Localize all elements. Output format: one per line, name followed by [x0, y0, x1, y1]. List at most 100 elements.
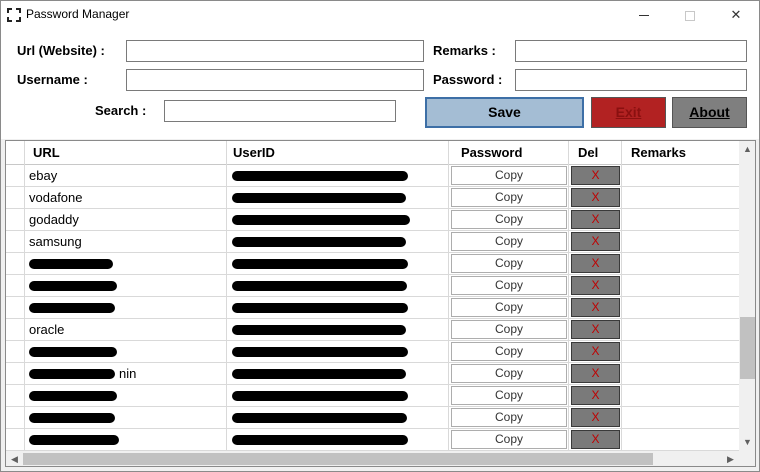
table-row[interactable]: ebay Copy X: [6, 165, 739, 187]
remarks-cell[interactable]: [622, 275, 739, 297]
vertical-scroll-thumb[interactable]: [740, 317, 755, 379]
row-header[interactable]: [6, 385, 25, 407]
table-row[interactable]: Copy X: [6, 297, 739, 319]
arrow-left-icon[interactable]: ◀: [6, 451, 23, 466]
delete-row-button[interactable]: X: [571, 386, 620, 405]
delete-row-button[interactable]: X: [571, 254, 620, 273]
copy-password-button[interactable]: Copy: [451, 430, 567, 449]
remarks-cell[interactable]: [622, 165, 739, 187]
url-cell[interactable]: samsung: [25, 231, 227, 253]
userid-cell[interactable]: [227, 231, 449, 253]
userid-cell[interactable]: [227, 341, 449, 363]
userid-cell[interactable]: [227, 187, 449, 209]
delete-row-button[interactable]: X: [571, 408, 620, 427]
copy-password-button[interactable]: Copy: [451, 232, 567, 251]
table-row[interactable]: Copy X: [6, 275, 739, 297]
row-header[interactable]: [6, 407, 25, 429]
userid-cell[interactable]: [227, 165, 449, 187]
table-row[interactable]: Copy X: [6, 429, 739, 451]
delete-row-button[interactable]: X: [571, 188, 620, 207]
userid-cell[interactable]: [227, 385, 449, 407]
delete-row-button[interactable]: X: [571, 210, 620, 229]
column-header-userid[interactable]: UserID: [227, 141, 449, 165]
exit-button[interactable]: Exit: [591, 97, 666, 128]
delete-row-button[interactable]: X: [571, 298, 620, 317]
remarks-input[interactable]: [515, 40, 747, 62]
table-row[interactable]: nin Copy X: [6, 363, 739, 385]
userid-cell[interactable]: [227, 275, 449, 297]
url-cell[interactable]: [25, 407, 227, 429]
copy-password-button[interactable]: Copy: [451, 364, 567, 383]
remarks-cell[interactable]: [622, 297, 739, 319]
remarks-cell[interactable]: [622, 319, 739, 341]
column-header-password[interactable]: Password: [449, 141, 569, 165]
save-button[interactable]: Save: [425, 97, 584, 128]
url-cell[interactable]: nin: [25, 363, 227, 385]
row-header[interactable]: [6, 253, 25, 275]
url-cell[interactable]: [25, 275, 227, 297]
row-header[interactable]: [6, 275, 25, 297]
row-header[interactable]: [6, 429, 25, 451]
remarks-cell[interactable]: [622, 385, 739, 407]
delete-row-button[interactable]: X: [571, 166, 620, 185]
arrow-down-icon[interactable]: ▼: [739, 434, 755, 451]
url-cell[interactable]: vodafone: [25, 187, 227, 209]
delete-row-button[interactable]: X: [571, 276, 620, 295]
copy-password-button[interactable]: Copy: [451, 276, 567, 295]
row-header[interactable]: [6, 209, 25, 231]
remarks-cell[interactable]: [622, 253, 739, 275]
delete-row-button[interactable]: X: [571, 320, 620, 339]
userid-cell[interactable]: [227, 253, 449, 275]
column-header-remarks[interactable]: Remarks: [622, 141, 739, 165]
table-row[interactable]: godaddy Copy X: [6, 209, 739, 231]
userid-cell[interactable]: [227, 297, 449, 319]
url-cell[interactable]: godaddy: [25, 209, 227, 231]
horizontal-scrollbar[interactable]: ◀ ▶: [6, 451, 739, 466]
copy-password-button[interactable]: Copy: [451, 386, 567, 405]
remarks-cell[interactable]: [622, 187, 739, 209]
about-button[interactable]: About: [672, 97, 747, 128]
url-cell[interactable]: ebay: [25, 165, 227, 187]
arrow-up-icon[interactable]: ▲: [739, 141, 755, 158]
table-row[interactable]: oracle Copy X: [6, 319, 739, 341]
url-cell[interactable]: [25, 385, 227, 407]
remarks-cell[interactable]: [622, 407, 739, 429]
copy-password-button[interactable]: Copy: [451, 188, 567, 207]
copy-password-button[interactable]: Copy: [451, 166, 567, 185]
copy-password-button[interactable]: Copy: [451, 298, 567, 317]
table-row[interactable]: samsung Copy X: [6, 231, 739, 253]
row-header[interactable]: [6, 165, 25, 187]
url-cell[interactable]: [25, 429, 227, 451]
minimize-button[interactable]: [621, 1, 667, 29]
close-button[interactable]: ✕: [713, 1, 759, 29]
row-header[interactable]: [6, 363, 25, 385]
column-header-url[interactable]: URL: [25, 141, 227, 165]
url-cell[interactable]: [25, 297, 227, 319]
userid-cell[interactable]: [227, 363, 449, 385]
remarks-cell[interactable]: [622, 209, 739, 231]
userid-cell[interactable]: [227, 429, 449, 451]
row-header[interactable]: [6, 297, 25, 319]
userid-cell[interactable]: [227, 319, 449, 341]
remarks-cell[interactable]: [622, 363, 739, 385]
remarks-cell[interactable]: [622, 341, 739, 363]
maximize-button[interactable]: [667, 1, 713, 29]
url-cell[interactable]: [25, 341, 227, 363]
row-header[interactable]: [6, 319, 25, 341]
vertical-scrollbar[interactable]: ▲ ▼: [739, 141, 755, 451]
copy-password-button[interactable]: Copy: [451, 408, 567, 427]
url-cell[interactable]: [25, 253, 227, 275]
column-header-del[interactable]: Del: [569, 141, 622, 165]
copy-password-button[interactable]: Copy: [451, 342, 567, 361]
remarks-cell[interactable]: [622, 231, 739, 253]
remarks-cell[interactable]: [622, 429, 739, 451]
delete-row-button[interactable]: X: [571, 430, 620, 449]
url-input[interactable]: [126, 40, 424, 62]
copy-password-button[interactable]: Copy: [451, 210, 567, 229]
table-row[interactable]: Copy X: [6, 407, 739, 429]
copy-password-button[interactable]: Copy: [451, 254, 567, 273]
table-row[interactable]: Copy X: [6, 253, 739, 275]
delete-row-button[interactable]: X: [571, 342, 620, 361]
table-row[interactable]: Copy X: [6, 341, 739, 363]
horizontal-scroll-thumb[interactable]: [23, 453, 653, 465]
